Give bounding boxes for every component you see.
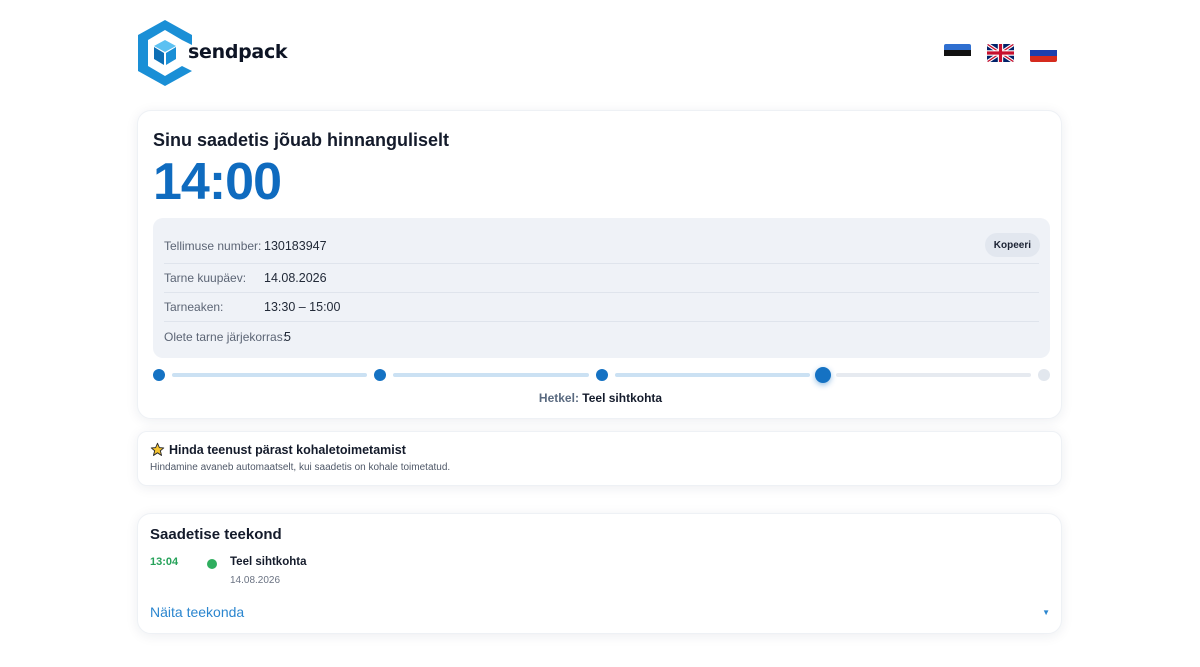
show-route-label: Näita teekonda: [150, 604, 245, 620]
detail-label: Olete tarne järjekorras:: [164, 329, 287, 344]
delivery-date: 14.08.2026: [264, 271, 327, 285]
progress-step: [153, 369, 165, 381]
delivery-progress: [153, 367, 1050, 383]
brand-name: sendpack: [188, 41, 288, 63]
site-header: sendpack: [136, 18, 1061, 88]
rating-description: Hindamine avaneb automaatselt, kui saade…: [150, 462, 451, 473]
queue-position: 5: [284, 329, 291, 344]
language-switcher: [944, 44, 1057, 62]
journey-card: Saadetise teekond 13:04 Teel sihtkohta 1…: [137, 513, 1062, 634]
box-logo-icon: [138, 20, 192, 86]
detail-label: Tarneaken:: [164, 300, 224, 314]
detail-row-order-number: Tellimuse number: 130183947: [164, 228, 1039, 264]
eta-time: 14:00: [153, 153, 282, 211]
status-dot-icon: [207, 559, 217, 569]
eta-title: Sinu saadetis jõuab hinnanguliselt: [153, 130, 450, 150]
progress-step: [374, 369, 387, 381]
status-value: Teel sihtkohta: [582, 391, 663, 405]
progress-segment: [172, 373, 368, 377]
rating-card: Hinda teenust pärast kohaletoimetamist H…: [137, 431, 1062, 486]
flag-russia-icon[interactable]: [1030, 44, 1057, 62]
delivery-window: 13:30 – 15:00: [264, 300, 341, 314]
event-time: 13:04: [150, 556, 179, 568]
eta-card: Sinu saadetis jõuab hinnanguliselt 14:00…: [137, 110, 1062, 419]
current-status: Hetkel: Teel sihtkohta: [138, 391, 1063, 405]
copy-button[interactable]: Kopeeri: [984, 233, 1040, 257]
rating-title-text: Hinda teenust pärast kohaletoimetamist: [169, 442, 406, 457]
progress-step: [814, 367, 831, 383]
rating-title: Hinda teenust pärast kohaletoimetamist: [150, 442, 406, 457]
progress-step: [595, 369, 608, 381]
flag-uk-icon[interactable]: [987, 44, 1014, 62]
sendpack-logo[interactable]: sendpack: [136, 18, 288, 88]
event-date: 14.08.2026: [230, 575, 281, 586]
order-details: Tellimuse number: 130183947 Tarne kuupäe…: [153, 218, 1050, 358]
detail-label: Tarne kuupäev:: [164, 271, 247, 285]
detail-row-queue-position: Olete tarne järjekorras: 5: [164, 322, 1039, 351]
journey-title: Saadetise teekond: [150, 526, 282, 543]
status-label: Hetkel:: [538, 391, 579, 405]
detail-row-delivery-date: Tarne kuupäev: 14.08.2026: [164, 264, 1039, 293]
order-number: 130183947: [264, 238, 327, 253]
progress-segment: [614, 373, 810, 377]
show-route-toggle[interactable]: Näita teekonda ▼: [150, 604, 1050, 624]
detail-label: Tellimuse number:: [164, 238, 262, 253]
progress-segment: [393, 373, 589, 377]
chevron-down-icon: ▼: [1042, 608, 1050, 617]
detail-row-delivery-window: Tarneaken: 13:30 – 15:00: [164, 293, 1039, 322]
flag-estonia-icon[interactable]: [944, 44, 971, 62]
progress-step: [1038, 369, 1050, 381]
progress-segment: [835, 373, 1031, 377]
event-status: Teel sihtkohta: [230, 556, 307, 568]
star-icon: [150, 442, 165, 456]
